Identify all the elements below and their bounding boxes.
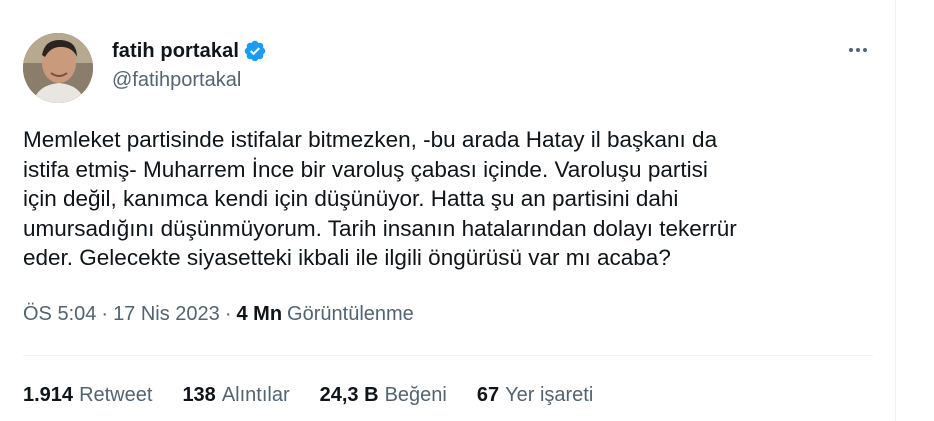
retweets-stat[interactable]: 1.914 Retweet	[23, 384, 152, 407]
bookmarks-label: Yer işareti	[505, 384, 594, 406]
meta-separator: ·	[101, 303, 109, 325]
retweets-label: Retweet	[79, 384, 153, 406]
likes-label: Beğeni	[384, 384, 447, 406]
quotes-count: 138	[182, 384, 216, 406]
divider	[23, 355, 873, 356]
tweet-meta: ÖS 5:04 · 17 Nis 2023 · 4 Mn Görüntülenm…	[23, 303, 414, 326]
author-name-row: fatih portakal	[112, 38, 267, 64]
author-handle[interactable]: @fatihportakal	[112, 69, 241, 92]
bookmarks-count: 67	[476, 384, 500, 406]
retweets-count: 1.914	[23, 384, 74, 406]
engagement-stats: 1.914 Retweet 138 Alıntılar 24,3 B Beğen…	[23, 384, 623, 407]
likes-count: 24,3 B	[319, 384, 379, 406]
tweet-text: Memleket partisinde istifalar bitmezken,…	[23, 127, 737, 270]
quotes-stat[interactable]: 138 Alıntılar	[182, 384, 289, 407]
timeline-border	[895, 0, 896, 421]
display-name[interactable]: fatih portakal	[112, 40, 239, 63]
avatar[interactable]	[23, 33, 93, 103]
quotes-label: Alıntılar	[221, 384, 290, 406]
tweet-time[interactable]: ÖS 5:04	[23, 303, 96, 326]
more-horizontal-icon[interactable]	[840, 36, 876, 64]
bookmarks-stat[interactable]: 67 Yer işareti	[477, 384, 593, 407]
views-label: Görüntülenme	[287, 303, 414, 325]
tweet-date[interactable]: 17 Nis 2023	[113, 303, 220, 326]
views-count: 4 Mn	[236, 303, 283, 325]
verified-badge-icon[interactable]	[243, 39, 267, 63]
likes-stat[interactable]: 24,3 B Beğeni	[320, 384, 447, 407]
meta-separator: ·	[224, 303, 232, 325]
